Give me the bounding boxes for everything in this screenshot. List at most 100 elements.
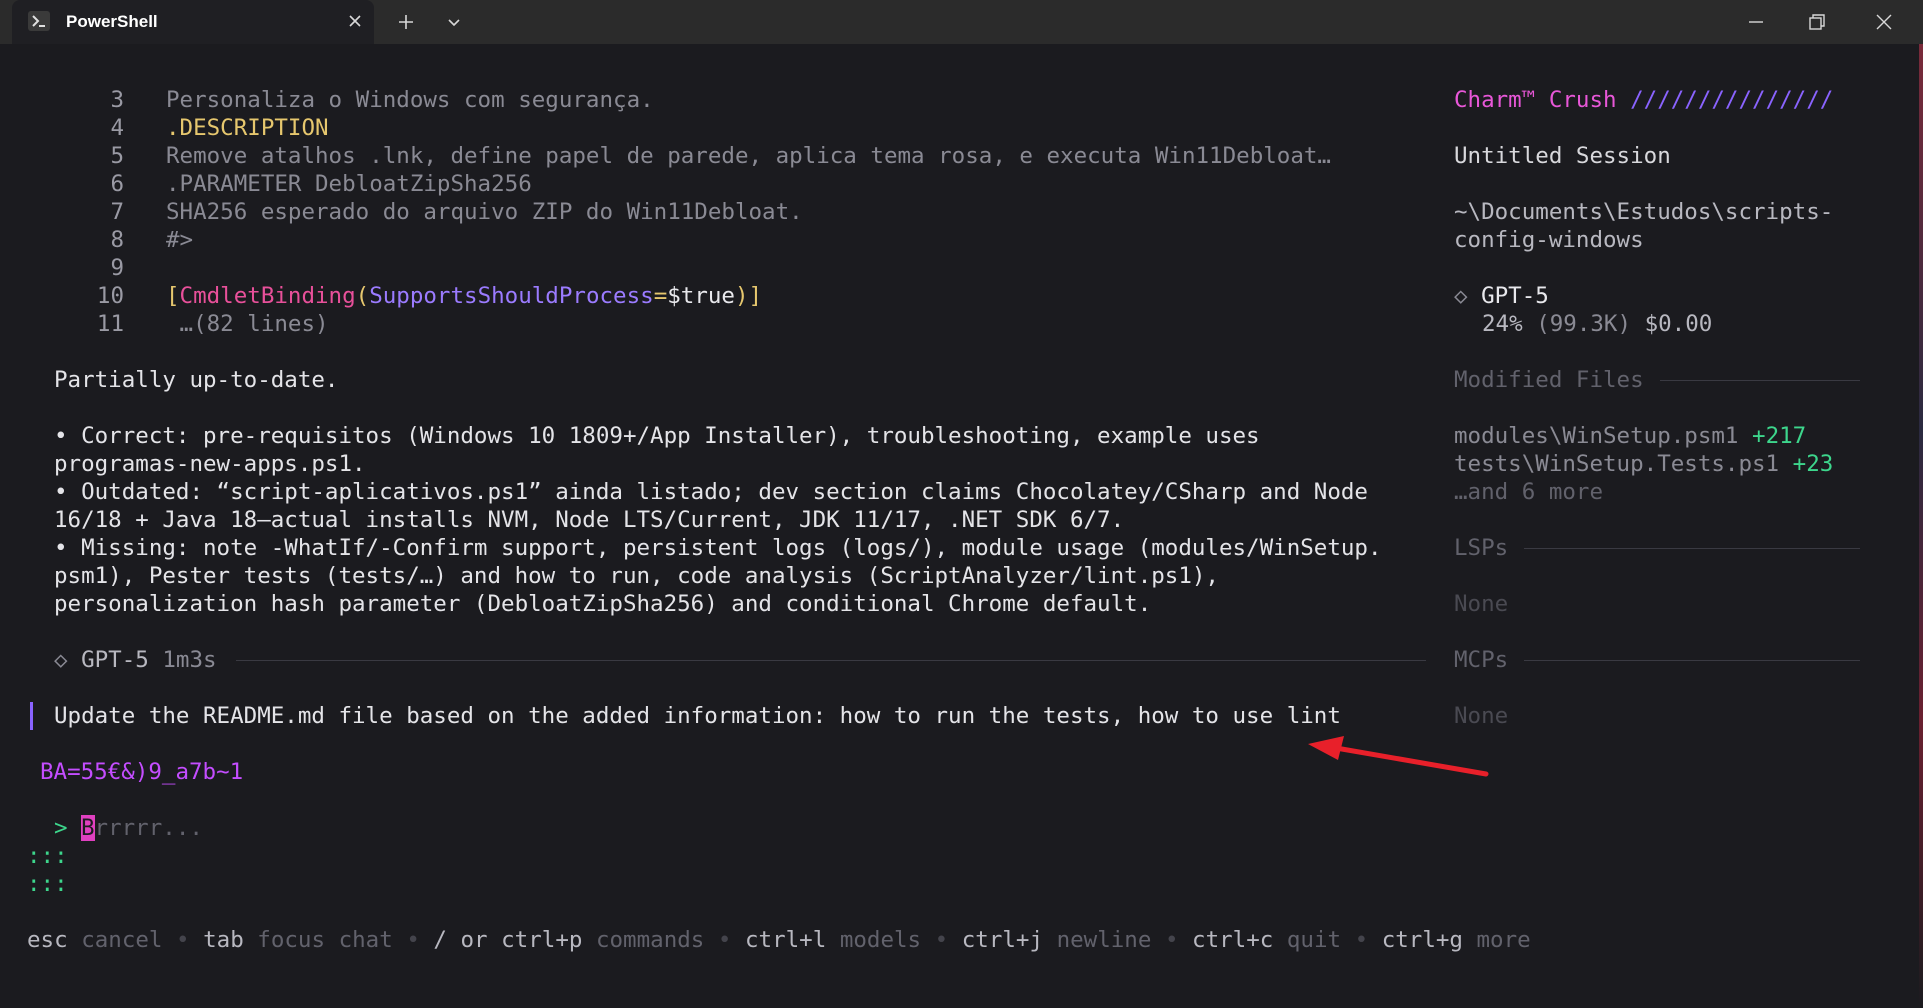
line-number: 3 [110, 87, 124, 113]
usage-percent: 24% [1482, 311, 1523, 337]
modified-file[interactable]: tests\WinSetup.Tests.ps1 +23 [1454, 450, 1833, 478]
code-line: .PARAMETER DebloatZipSha256 [166, 171, 532, 197]
lsps-value: None [1454, 591, 1509, 617]
diamond-icon: ◇ [1454, 283, 1468, 309]
model-name: GPT-5 [1481, 283, 1549, 309]
tab-title: PowerShell [66, 12, 158, 31]
divider [1660, 380, 1860, 381]
line-number: 11 [96, 311, 124, 337]
shortcut-label: commands [595, 927, 705, 953]
code-line: SHA256 esperado do arquivo ZIP do Win11D… [166, 199, 803, 225]
restore-icon[interactable] [1796, 6, 1836, 38]
line-number: 7 [110, 199, 124, 225]
input-placeholder: rrrrr... [94, 815, 203, 841]
code-token: = [653, 283, 668, 309]
close-icon[interactable] [1864, 6, 1904, 38]
line-number: 4 [110, 115, 124, 141]
response-summary: Partially up-to-date. [54, 367, 339, 393]
code-line: .DESCRIPTION [166, 115, 329, 141]
minimize-icon[interactable] [1736, 6, 1776, 38]
shortcut-key: ctrl+l [744, 927, 827, 953]
usage-cost: $0.00 [1644, 311, 1713, 337]
model-name: GPT-5 [81, 647, 149, 673]
response-bullet: 16/18 + Java 18—actual installs NVM, Nod… [54, 507, 1125, 533]
prompt-icon: > [54, 815, 68, 841]
shortcut-label: newline [1056, 927, 1152, 953]
session-path: ~\Documents\Estudos\scripts- [1454, 199, 1834, 225]
shortcut-key: / or ctrl+p [433, 927, 583, 953]
file-delta: +217 [1752, 423, 1807, 449]
divider [1524, 548, 1860, 549]
brand-slashes: /////////////// [1630, 87, 1834, 113]
shortcut-label: focus chat [257, 927, 393, 953]
response-bullet: programas-new-apps.ps1. [54, 451, 366, 477]
code-token: [ [166, 283, 180, 309]
line-number: 9 [110, 255, 124, 281]
model-usage: 24% (99.3K) $0.00 [1482, 310, 1712, 338]
code-token: ( [355, 283, 370, 309]
shortcut-label: models [839, 927, 922, 953]
brand: Charm™ Crush /////////////// [1454, 86, 1833, 114]
file-path: modules\WinSetup.psm1 [1454, 423, 1739, 449]
code-line: [CmdletBinding(SupportsShouldProcess=$tr… [166, 282, 762, 310]
user-message: Update the README.md file based on the a… [54, 703, 1341, 729]
text-cursor: B [81, 815, 95, 841]
shortcut-key: tab [203, 927, 244, 953]
response-bullet: psm1), Pester tests (tests/…) and how to… [54, 563, 1219, 589]
loading-spinner-text: BA=55€&)9_a7b~1 [40, 759, 244, 785]
annotation-arrow-icon [1308, 736, 1489, 777]
user-message-bar [30, 702, 33, 730]
diamond-icon: ◇ [54, 647, 68, 673]
shortcut-key: ctrl+j [961, 927, 1044, 953]
file-path: tests\WinSetup.Tests.ps1 [1454, 451, 1780, 477]
code-line: …(82 lines) [166, 311, 329, 337]
code-token: $true [667, 283, 735, 309]
session-title: Untitled Session [1454, 143, 1671, 169]
code-token: )] [734, 283, 763, 309]
mcps-value: None [1454, 703, 1509, 729]
powershell-icon [28, 11, 50, 31]
line-number: 10 [96, 283, 124, 309]
model-footer: ◇ GPT-5 1m3s [54, 646, 217, 674]
shortcut-label: more [1476, 927, 1531, 953]
file-delta: +23 [1792, 451, 1834, 477]
code-line: #> [166, 227, 194, 253]
title-bar: PowerShell [0, 0, 1923, 44]
response-bullet: • Correct: pre-requisitos (Windows 10 18… [54, 423, 1260, 449]
shortcut-bar: esc cancel • tab focus chat • / or ctrl+… [27, 927, 1531, 953]
shortcut-key: esc [27, 927, 68, 953]
shortcut-label: cancel [81, 927, 163, 953]
usage-tokens: (99.3K) [1536, 311, 1632, 337]
close-icon[interactable] [344, 10, 366, 32]
divider [236, 660, 1426, 661]
response-duration: 1m3s [162, 647, 217, 673]
lsps-header: LSPs [1454, 535, 1509, 561]
mcps-header: MCPs [1454, 647, 1509, 673]
line-number: 6 [110, 171, 124, 197]
line-number: 5 [110, 143, 124, 169]
sidebar-model: ◇ GPT-5 [1454, 282, 1549, 310]
session-path: config-windows [1454, 227, 1644, 253]
shortcut-label: quit [1286, 927, 1342, 953]
chevron-down-icon[interactable] [442, 10, 466, 34]
input-continuation: ::: [27, 843, 68, 869]
response-bullet: personalization hash parameter (DebloatZ… [54, 591, 1152, 617]
modified-file[interactable]: modules\WinSetup.psm1 +217 [1454, 422, 1806, 450]
line-number: 8 [110, 227, 124, 253]
plus-icon[interactable] [394, 10, 418, 34]
shortcut-key: ctrl+g [1381, 927, 1463, 953]
code-token: CmdletBinding [179, 283, 356, 309]
code-token: SupportsShouldProcess [369, 283, 654, 309]
code-line: Personaliza o Windows com segurança. [166, 87, 654, 113]
input-continuation: ::: [27, 871, 68, 897]
code-line: Remove atalhos .lnk, define papel de par… [166, 143, 1331, 169]
brand-name: Charm™ Crush [1454, 87, 1617, 113]
divider [1524, 660, 1860, 661]
response-bullet: • Outdated: “script-aplicativos.ps1” ain… [54, 479, 1368, 505]
input-field[interactable]: Brrrrr... [81, 814, 203, 842]
shortcut-key: ctrl+c [1192, 927, 1274, 953]
tab-powershell[interactable]: PowerShell [12, 0, 374, 44]
response-bullet: • Missing: note -WhatIf/-Confirm support… [54, 535, 1382, 561]
window-edge [1919, 44, 1923, 1008]
modified-files-header: Modified Files [1454, 367, 1644, 393]
